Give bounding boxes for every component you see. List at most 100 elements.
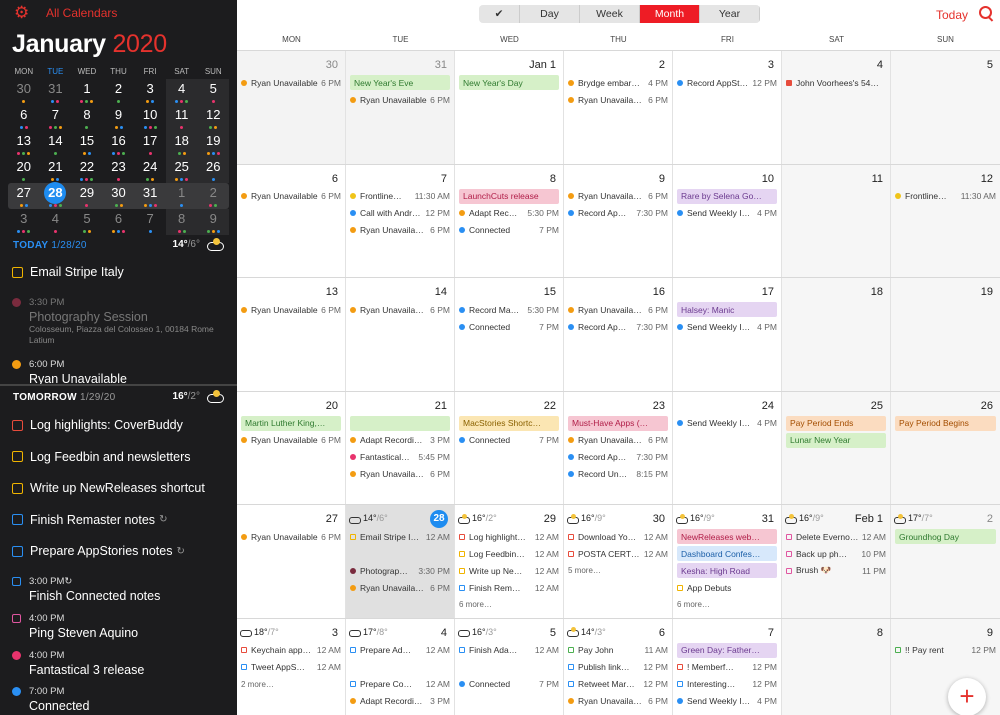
- day-cell[interactable]: 31 16°/9° NewReleases web… Dashboard Confes…: [673, 505, 782, 618]
- calendar-event[interactable]: POSTA CERT… 12 AM: [568, 546, 668, 561]
- mini-day[interactable]: 23: [103, 157, 135, 183]
- calendar-event[interactable]: Brush 🐶 11 PM: [786, 563, 886, 578]
- calendar-event[interactable]: Must-Have Apps (…: [568, 415, 668, 431]
- calendar-event[interactable]: Record Ap… 7:30 PM: [568, 319, 668, 334]
- task-checkbox[interactable]: [786, 550, 792, 557]
- calendar-event[interactable]: !! Pay rent 12 PM: [895, 643, 996, 658]
- calendar-event[interactable]: Delete Everno… 12 AM: [786, 529, 886, 544]
- day-cell[interactable]: 20 Martin Luther King,… Ryan Unavailable 6 …: [237, 391, 346, 504]
- calendar-event[interactable]: Ryan Unavailable 6 PM: [241, 302, 341, 317]
- day-cell[interactable]: Jan 1 New Year's Day: [455, 51, 564, 164]
- day-cell[interactable]: 8 LaunchCuts release Adapt Rec… 5:30 PM Conn…: [455, 164, 564, 277]
- task-checkbox[interactable]: [895, 647, 901, 653]
- day-cell[interactable]: 7 Green Day: Father…! Memberf… 12 PM Intere…: [673, 618, 782, 715]
- day-cell[interactable]: Feb 1 16°/9° Delete Everno… 12 AM Back up ph…: [782, 505, 891, 618]
- task-checkbox[interactable]: [459, 647, 465, 653]
- day-cell[interactable]: 16 Ryan Unavaila… 6 PM Record Ap… 7:30 PM: [564, 278, 673, 391]
- calendar-event[interactable]: Dashboard Confes…: [677, 546, 777, 561]
- mini-day[interactable]: 24: [134, 157, 166, 183]
- calendar-event[interactable]: Lunar New Year: [786, 432, 886, 448]
- day-cell[interactable]: 2 17°/7° Groundhog Day: [891, 505, 1000, 618]
- calendar-event[interactable]: Ryan Unavaila… 6 PM: [568, 694, 668, 709]
- task-checkbox[interactable]: [677, 681, 683, 687]
- search-icon[interactable]: [979, 6, 993, 20]
- task-item[interactable]: Prepare AppStories notes ↻: [12, 544, 229, 558]
- calendar-event[interactable]: Send Weekly I… 4 PM: [677, 694, 777, 709]
- calendar-event[interactable]: Groundhog Day: [895, 529, 996, 544]
- calendar-event[interactable]: Record AppSt… 12 PM: [677, 75, 777, 90]
- checkbox[interactable]: [12, 419, 23, 431]
- day-cell[interactable]: 6 14°/3° Pay John 11 AM Publish link… 12 PM Re…: [564, 618, 673, 715]
- mini-day[interactable]: 6: [8, 105, 40, 131]
- calendar-event[interactable]: Back up ph… 10 PM: [786, 546, 886, 561]
- mini-day[interactable]: 17: [134, 131, 166, 157]
- mini-day[interactable]: 25: [165, 157, 198, 183]
- mini-day[interactable]: 9: [103, 105, 135, 131]
- calendar-event[interactable]: Ryan Unavaila… 6 PM: [350, 580, 450, 595]
- calendar-event[interactable]: Connected 7 PM: [459, 319, 559, 334]
- view-month-tab[interactable]: Month: [640, 5, 700, 23]
- calendar-event[interactable]: [350, 415, 450, 431]
- calendar-event[interactable]: MacStories Shortc…: [459, 415, 559, 431]
- calendar-event[interactable]: Frontline… 11:30 AM: [350, 189, 450, 204]
- day-cell[interactable]: 19: [891, 278, 1000, 391]
- mini-day[interactable]: 2: [103, 79, 135, 105]
- day-cell[interactable]: 10 Rare by Selena Go… Send Weekly I… 4 PM: [673, 164, 782, 277]
- calendar-event[interactable]: Record Ap… 7:30 PM: [568, 450, 668, 465]
- task-checkbox[interactable]: [677, 584, 683, 591]
- calendar-event[interactable]: Prepare Ad… 12 AM: [350, 643, 450, 658]
- mini-day[interactable]: 16: [103, 131, 135, 157]
- day-cell[interactable]: 7 Frontline… 11:30 AM Call with Andr… 12 PM R…: [346, 164, 455, 277]
- calendar-event[interactable]: LaunchCuts release: [459, 188, 559, 204]
- calendar-event[interactable]: Adapt Recordi… 3 PM: [350, 694, 450, 709]
- mini-day[interactable]: 29: [71, 183, 103, 209]
- mini-day[interactable]: 30: [8, 79, 40, 105]
- mini-day[interactable]: 22: [71, 157, 103, 183]
- task-checkbox[interactable]: [459, 550, 465, 557]
- calendar-event[interactable]: Record Un… 8:15 PM: [568, 467, 668, 482]
- task-checkbox[interactable]: [459, 567, 465, 574]
- mini-day[interactable]: 30: [103, 183, 135, 209]
- mini-day[interactable]: 14: [40, 131, 72, 157]
- mini-day[interactable]: 5: [197, 79, 230, 105]
- calendar-event[interactable]: New Year's Day: [459, 75, 559, 90]
- calendar-event[interactable]: Martin Luther King,…: [241, 415, 341, 431]
- day-cell[interactable]: 2 Brydge embar… 4 PM Ryan Unavaila… 6 PM: [564, 51, 673, 164]
- mini-day[interactable]: 10: [134, 105, 166, 131]
- calendar-event[interactable]: Fantastical… 5:45 PM: [350, 450, 450, 465]
- calendar-event[interactable]: Pay Period Begins: [895, 415, 996, 431]
- mini-day[interactable]: 28: [40, 182, 72, 209]
- mini-day[interactable]: 31: [134, 183, 166, 209]
- mini-day[interactable]: 3: [8, 209, 40, 235]
- mini-day[interactable]: 13: [8, 131, 40, 157]
- mini-day[interactable]: 12: [197, 105, 230, 131]
- day-cell[interactable]: 31 New Year's Eve Ryan Unavailable 6 PM: [346, 51, 455, 164]
- day-cell[interactable]: 15 Record Ma… 5:30 PM Connected 7 PM: [455, 278, 564, 391]
- calendar-event[interactable]: Log highlight… 12 AM: [459, 529, 559, 544]
- calendar-event[interactable]: Finish Ada… 12 AM: [459, 643, 559, 658]
- calendar-event[interactable]: Adapt Recordi… 3 PM: [350, 433, 450, 448]
- task-checkbox[interactable]: [568, 533, 574, 540]
- checkbox[interactable]: [12, 613, 21, 623]
- calendar-event[interactable]: Send Weekly I… 4 PM: [677, 416, 777, 431]
- calendar-event[interactable]: Download Yo… 12 AM: [568, 529, 668, 544]
- checkbox[interactable]: [12, 482, 23, 494]
- calendar-event[interactable]: NewReleases web…: [677, 529, 777, 544]
- more-events-link[interactable]: 2 more…: [241, 677, 341, 692]
- checkbox[interactable]: [12, 266, 23, 278]
- mini-day[interactable]: 19: [197, 131, 230, 157]
- calendar-event[interactable]: Keychain app… 12 AM: [241, 643, 341, 658]
- today-button[interactable]: Today: [936, 8, 968, 22]
- task-checkbox[interactable]: [786, 567, 792, 574]
- mini-day[interactable]: 15: [71, 131, 103, 157]
- day-cell[interactable]: 5 16°/3° Finish Ada… 12 AM Connected 7 PM: [455, 618, 564, 715]
- checkbox[interactable]: [12, 576, 21, 586]
- calendar-event[interactable]: Pay John 11 AM: [568, 643, 668, 658]
- task-item[interactable]: Log Feedbin and newsletters: [12, 450, 229, 464]
- calendar-event[interactable]: Ryan Unavaila… 6 PM: [350, 302, 450, 317]
- day-cell[interactable]: 30 16°/9° Download Yo… 12 AM POSTA CERT… 12 A…: [564, 505, 673, 618]
- calendar-event[interactable]: Publish link… 12 PM: [568, 660, 668, 675]
- calendar-event[interactable]: Ryan Unavailable 6 PM: [241, 433, 341, 448]
- calendar-event[interactable]: Ryan Unavaila… 6 PM: [568, 189, 668, 204]
- day-cell[interactable]: 21 Adapt Recordi… 3 PM Fantastical… 5:45 PM R…: [346, 391, 455, 504]
